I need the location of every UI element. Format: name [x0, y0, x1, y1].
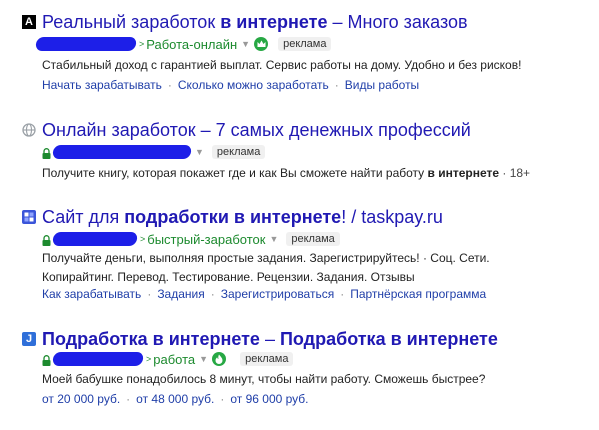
flame-badge-icon	[212, 352, 227, 366]
ad-url-path-link[interactable]: работа	[153, 352, 195, 367]
ad-url-row: > быстрый-заработок ▼ реклама	[42, 230, 340, 248]
ad-title-link[interactable]: Подработка в интернете – Подработка в ин…	[42, 327, 498, 351]
sitelink-how-much[interactable]: Сколько можно заработать	[178, 78, 329, 92]
chevron-down-icon[interactable]: ▼	[269, 234, 278, 244]
sitelink-tasks[interactable]: Задания	[157, 287, 204, 301]
lock-icon	[42, 354, 51, 366]
ad-label: реклама	[211, 145, 266, 159]
breadcrumb-separator: >	[139, 39, 145, 49]
sitelink-register[interactable]: Зарегистрироваться	[221, 287, 334, 301]
sitelink-partner-program[interactable]: Партнёрская программа	[350, 287, 486, 301]
breadcrumb-separator: >	[146, 354, 152, 364]
ad-title-link[interactable]: Онлайн заработок – 7 самых денежных проф…	[42, 118, 471, 142]
ad-result-4: J Подработка в интернете – Подработка в …	[0, 327, 599, 413]
ad-url-path-link[interactable]: Работа-онлайн	[146, 37, 237, 52]
sitelink-start-earning[interactable]: Начать зарабатывать	[42, 78, 162, 92]
chevron-down-icon[interactable]: ▼	[199, 354, 208, 364]
ad-url-row: > Работа-онлайн ▼ реклама	[35, 35, 332, 53]
sitelink-price-20000[interactable]: от 20 000 руб.	[42, 392, 120, 406]
ad-description: Моей бабушке понадобилось 8 минут, чтобы…	[42, 372, 486, 386]
lock-icon	[42, 147, 51, 159]
ad-label: реклама	[240, 352, 294, 366]
ad-sitelinks: Как зарабатывать · Задания · Зарегистрироват…	[42, 287, 487, 301]
redacted-domain	[52, 145, 192, 159]
ad-description: Получайте деньги, выполняя простые задан…	[42, 251, 490, 284]
ad-url-path-link[interactable]: быстрый-заработок	[147, 232, 265, 247]
lock-icon	[42, 234, 51, 246]
ad-description: Получите книгу, которая покажет где и ка…	[42, 166, 531, 180]
breadcrumb-separator: >	[140, 234, 146, 244]
ad-url-row: > работа ▼ реклама	[42, 350, 294, 368]
ad-description: Стабильный доход с гарантией выплат. Сер…	[42, 58, 522, 72]
ad-title-link[interactable]: Реальный заработок в интернете – Много з…	[42, 10, 468, 34]
chevron-down-icon[interactable]: ▼	[195, 147, 204, 157]
favicon-a-icon: A	[22, 15, 36, 29]
ad-sitelinks: от 20 000 руб. · от 48 000 руб. · от 96 000 …	[42, 392, 309, 406]
ad-result-1: A Реальный заработок в интернете – Много…	[0, 10, 599, 96]
redacted-domain	[52, 232, 138, 246]
ad-sitelinks: Начать зарабатывать · Сколько можно зарабо…	[42, 78, 420, 92]
ad-label: реклама	[278, 37, 332, 51]
globe-icon	[22, 123, 36, 137]
redacted-domain	[35, 37, 137, 51]
chevron-down-icon[interactable]: ▼	[241, 39, 250, 49]
ad-result-3: Сайт для подработки в интернете! / taskp…	[0, 205, 599, 305]
blue-squares-icon	[22, 210, 36, 224]
ad-label: реклама	[286, 232, 340, 246]
sitelink-price-48000[interactable]: от 48 000 руб.	[136, 392, 214, 406]
sitelink-price-96000[interactable]: от 96 000 руб.	[230, 392, 308, 406]
redacted-domain	[52, 352, 144, 366]
sitelink-work-types[interactable]: Виды работы	[345, 78, 419, 92]
ad-title-link[interactable]: Сайт для подработки в интернете! / taskp…	[42, 205, 443, 229]
ad-result-2: Онлайн заработок – 7 самых денежных проф…	[0, 118, 599, 180]
ad-url-row: ▼ реклама	[42, 143, 266, 161]
sitelink-how-to-earn[interactable]: Как зарабатывать	[42, 287, 141, 301]
crown-badge-icon	[254, 37, 269, 51]
letter-j-icon: J	[22, 332, 36, 346]
